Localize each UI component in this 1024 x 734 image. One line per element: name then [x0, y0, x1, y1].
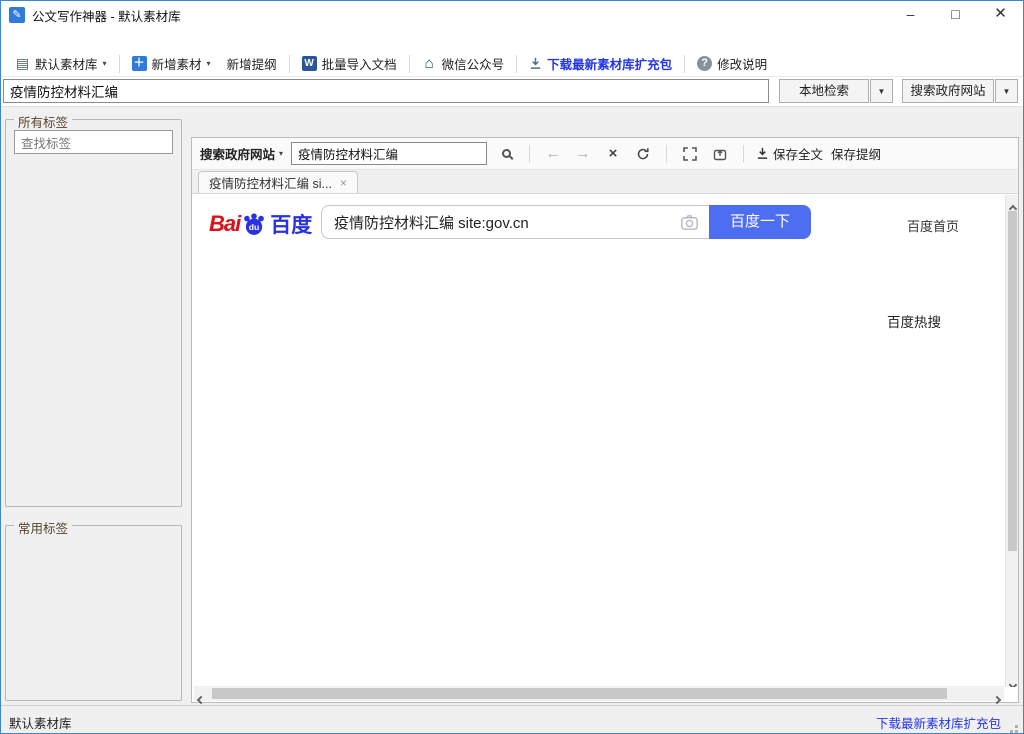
divider — [409, 55, 410, 73]
app-search-row: 本地检索 ▼ 搜索政府网站 ▼ — [1, 77, 1023, 107]
library-label: 默认素材库 — [35, 54, 98, 73]
plus-icon: ＋ — [132, 56, 147, 71]
common-tags-title: 常用标签 — [14, 518, 72, 537]
baidu-home-link[interactable]: 百度首页 — [907, 216, 959, 235]
scrollbar-thumb[interactable] — [1008, 211, 1017, 551]
help-icon: ? — [697, 56, 712, 71]
baidu-search-box — [321, 205, 709, 239]
divider — [666, 145, 667, 163]
new-material-button[interactable]: ＋ 新增素材 ▾ — [124, 53, 219, 75]
baidu-logo[interactable]: Bai du 百度 — [209, 209, 312, 239]
home-icon: ⌂ — [422, 56, 437, 71]
web-search-go-button[interactable] — [495, 143, 517, 165]
status-bar: 默认素材库 下载最新素材库扩充包 — [1, 705, 1023, 734]
divider — [684, 55, 685, 73]
maximize-button[interactable]: □ — [933, 1, 978, 29]
camera-icon[interactable] — [680, 213, 699, 232]
chevron-down-icon: ▾ — [279, 149, 283, 158]
batch-import-button[interactable]: W 批量导入文档 — [294, 53, 405, 75]
scroll-up-arrow[interactable] — [1009, 199, 1017, 207]
baidu-search-button[interactable]: 百度一下 — [709, 205, 811, 239]
svg-text:du: du — [249, 222, 260, 232]
divider — [289, 55, 290, 73]
baidu-paw-icon: du — [241, 211, 267, 237]
gov-search-dropdown[interactable]: ▼ — [995, 79, 1018, 103]
gov-search-button[interactable]: 搜索政府网站 — [902, 79, 994, 103]
download-icon — [529, 57, 542, 70]
library-switch-button[interactable]: ▤ 默认素材库 ▾ — [7, 53, 115, 75]
save-outline-button[interactable]: 保存提纲 — [831, 144, 881, 163]
divider — [516, 55, 517, 73]
open-in-window-button[interactable] — [709, 143, 731, 165]
page-tab[interactable]: 疫情防控材料汇编 si... × — [198, 171, 358, 193]
search-icon — [502, 149, 511, 158]
page-tab-bar: 疫情防控材料汇编 si... × — [192, 170, 1018, 194]
local-search-button[interactable]: 本地检索 — [779, 79, 869, 103]
chevron-down-icon: ▾ — [103, 59, 107, 68]
status-library-label: 默认素材库 — [9, 713, 72, 732]
close-button[interactable]: ✕ — [978, 1, 1023, 29]
browser-toolbar: 搜索政府网站 ▾ ← → × 保存全文 — [192, 138, 1018, 170]
stop-button[interactable]: × — [602, 143, 624, 165]
scroll-down-arrow[interactable] — [1009, 675, 1017, 683]
menu-bar — [1, 29, 1023, 51]
resize-grip[interactable] — [1015, 725, 1018, 728]
window-title: 公文写作神器 - 默认素材库 — [32, 6, 181, 25]
web-search-input[interactable] — [291, 142, 487, 165]
page-vertical-scrollbar[interactable] — [1005, 195, 1018, 687]
close-tab-icon[interactable]: × — [340, 176, 347, 190]
divider — [529, 145, 530, 163]
app-icon: ✎ — [9, 7, 25, 23]
hot-search-panel: 百度热搜 — [887, 311, 995, 343]
back-button[interactable]: ← — [542, 143, 564, 165]
main-panel: 搜索政府网站 ▾ ← → × 保存全文 — [191, 138, 1019, 703]
word-doc-icon: W — [302, 56, 317, 71]
all-tags-title: 所有标签 — [14, 112, 72, 131]
divider — [743, 145, 744, 163]
divider — [119, 55, 120, 73]
main-search-input[interactable] — [3, 79, 769, 103]
find-tags-input[interactable] — [14, 130, 173, 154]
forward-button[interactable]: → — [572, 143, 594, 165]
main-tab-strip — [191, 113, 1019, 138]
changelog-button[interactable]: ? 修改说明 — [689, 53, 775, 75]
fullscreen-button[interactable] — [679, 143, 701, 165]
window-controls: – □ ✕ — [888, 1, 1023, 29]
page-horizontal-scrollbar[interactable] — [194, 686, 1004, 701]
baidu-search-input[interactable] — [332, 213, 680, 232]
title-bar: ✎ 公文写作神器 - 默认素材库 – □ ✕ — [1, 1, 1023, 29]
local-search-dropdown[interactable]: ▼ — [870, 79, 893, 103]
new-outline-button[interactable]: 新增提纲 — [219, 53, 285, 75]
site-select[interactable]: 搜索政府网站 ▾ — [200, 144, 283, 163]
wechat-button[interactable]: ⌂ 微信公众号 — [414, 53, 513, 75]
library-icon: ▤ — [15, 56, 30, 71]
chevron-down-icon: ▾ — [207, 59, 211, 68]
status-download-link[interactable]: 下载最新素材库扩充包 — [876, 713, 1001, 732]
toolbar: ▤ 默认素材库 ▾ ＋ 新增素材 ▾ 新增提纲 W 批量导入文档 ⌂ 微信公众号 — [1, 51, 1023, 77]
all-tags-panel: 所有标签 — [5, 119, 182, 507]
minimize-button[interactable]: – — [888, 1, 933, 29]
hot-search-title: 百度热搜 — [887, 311, 995, 331]
refresh-button[interactable] — [632, 143, 654, 165]
common-tags-panel: 常用标签 — [5, 525, 182, 701]
scrollbar-thumb[interactable] — [212, 688, 947, 699]
app-window: ✎ 公文写作神器 - 默认素材库 – □ ✕ ▤ 默认素材库 ▾ ＋ 新增素材 … — [0, 0, 1024, 734]
download-icon — [756, 147, 769, 160]
web-page: Bai du 百度 百度一下 百度首页 百度热搜 — [193, 195, 1018, 687]
download-pack-link[interactable]: 下载最新素材库扩充包 — [521, 53, 680, 75]
save-full-button[interactable]: 保存全文 — [756, 144, 823, 163]
